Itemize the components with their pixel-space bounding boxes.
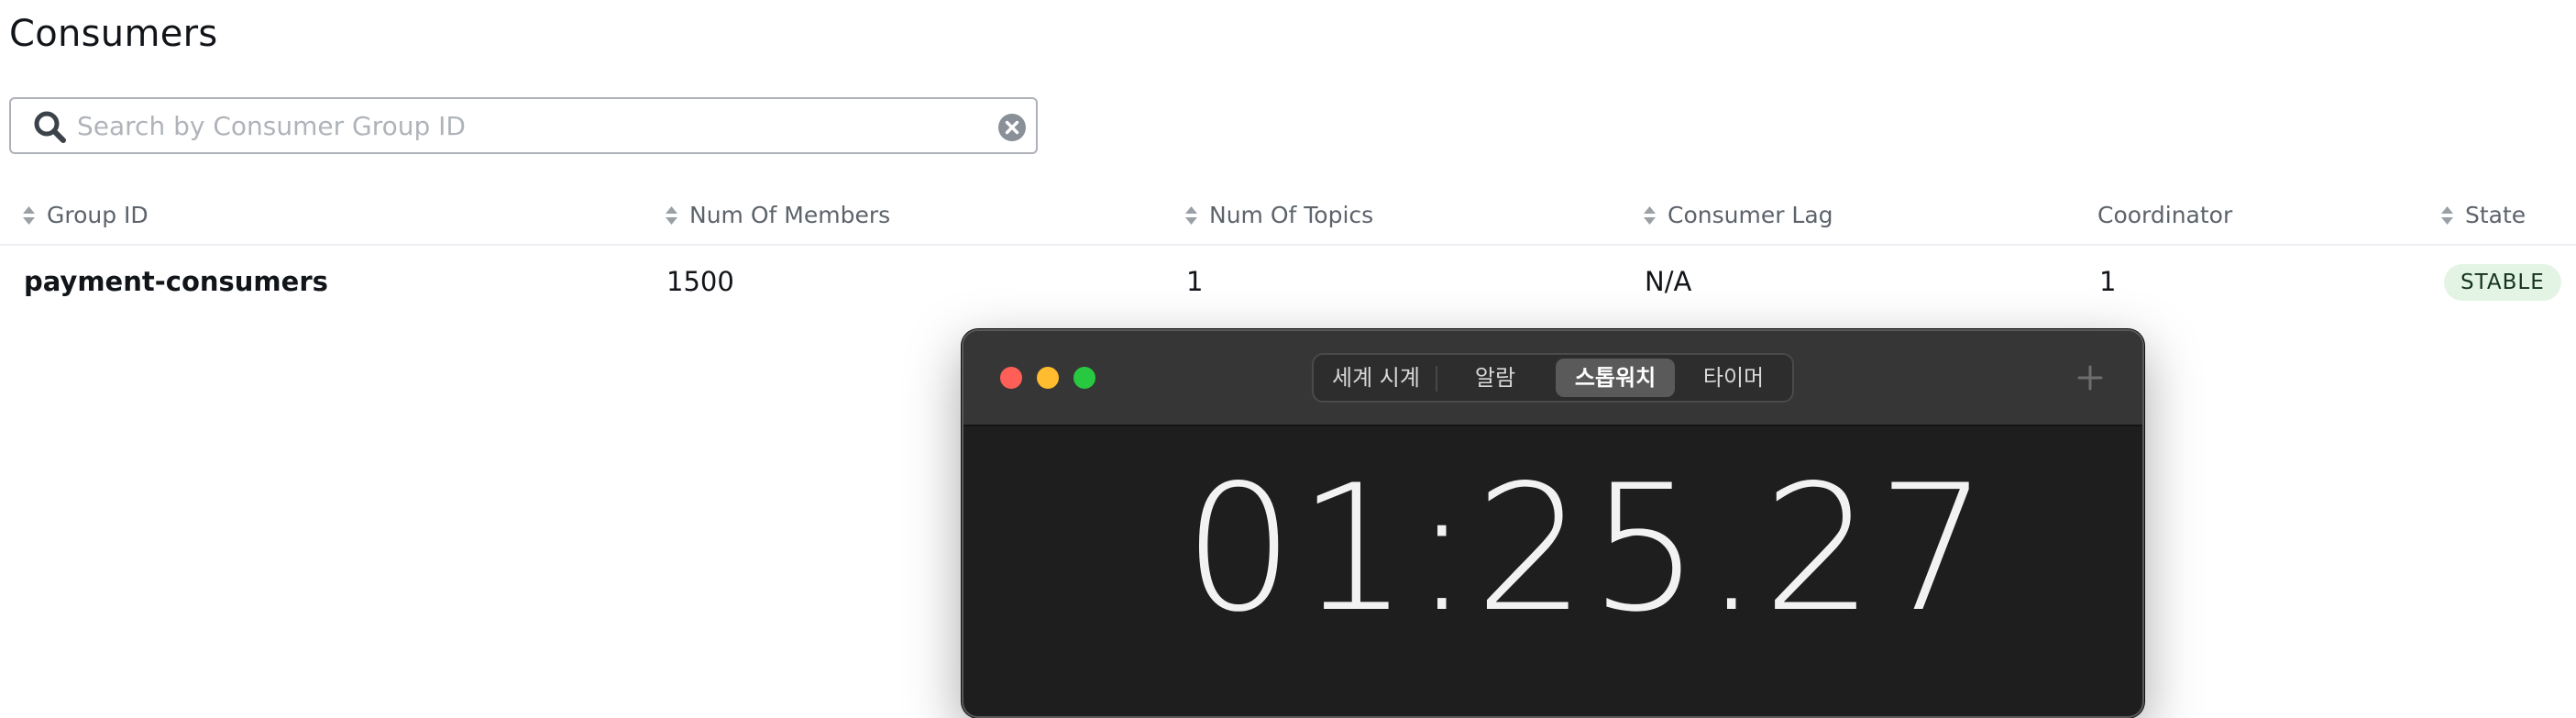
column-header-state[interactable]: State — [2440, 202, 2526, 228]
clock-app-window[interactable]: 세계 시계 알람 스톱워치 타이머 01:25.27 — [962, 329, 2144, 718]
cell-coordinator: 1 — [2099, 266, 2117, 297]
column-header-num-members[interactable]: Num Of Members — [665, 202, 890, 228]
table-header: Group ID Num Of Members Num Of Topics Co… — [0, 183, 2576, 246]
sort-icon[interactable] — [665, 205, 678, 226]
plus-icon[interactable] — [2076, 364, 2104, 392]
column-header-label: State — [2465, 202, 2526, 228]
tab-world-clock[interactable]: 세계 시계 — [1319, 359, 1433, 397]
column-header-label: Consumer Lag — [1668, 202, 1833, 228]
tab-timer[interactable]: 타이머 — [1677, 359, 1790, 397]
search-input[interactable] — [77, 106, 975, 145]
sort-icon[interactable] — [22, 205, 36, 226]
page-title: Consumers — [9, 13, 218, 55]
column-header-label: Num Of Topics — [1209, 202, 1374, 228]
table-row[interactable]: payment-consumers 1500 1 N/A 1 STABLE — [0, 246, 2576, 321]
column-header-label: Num Of Members — [689, 202, 891, 228]
cell-num-members: 1500 — [666, 266, 734, 297]
cell-num-topics: 1 — [1186, 266, 1204, 297]
tab-alarm[interactable]: 알람 — [1438, 359, 1552, 397]
window-titlebar[interactable]: 세계 시계 알람 스톱워치 타이머 — [963, 331, 2142, 426]
clock-mode-tabs: 세계 시계 알람 스톱워치 타이머 — [1312, 353, 1794, 403]
clear-icon[interactable] — [997, 113, 1027, 142]
sort-icon[interactable] — [1643, 205, 1657, 226]
tab-divider — [1436, 366, 1437, 392]
column-header-group-id[interactable]: Group ID — [22, 202, 149, 228]
window-maximize-button[interactable] — [1073, 367, 1095, 389]
tab-stopwatch[interactable]: 스톱워치 — [1556, 359, 1675, 397]
column-header-num-topics[interactable]: Num Of Topics — [1184, 202, 1373, 228]
column-header-label: Coordinator — [2097, 202, 2233, 228]
status-badge: STABLE — [2444, 264, 2561, 301]
search-icon — [34, 111, 66, 143]
window-minimize-button[interactable] — [1037, 367, 1059, 389]
window-close-button[interactable] — [1000, 367, 1022, 389]
cell-group-id[interactable]: payment-consumers — [24, 266, 328, 297]
column-header-consumer-lag[interactable]: Consumer Lag — [1643, 202, 1833, 228]
search-box[interactable] — [9, 97, 1038, 154]
sort-icon[interactable] — [1184, 205, 1198, 226]
stopwatch-display: 01:25.27 — [1183, 447, 1992, 650]
column-header-coordinator: Coordinator — [2097, 202, 2232, 228]
cell-consumer-lag: N/A — [1645, 266, 1692, 297]
column-header-label: Group ID — [47, 202, 149, 228]
sort-icon[interactable] — [2440, 205, 2454, 226]
